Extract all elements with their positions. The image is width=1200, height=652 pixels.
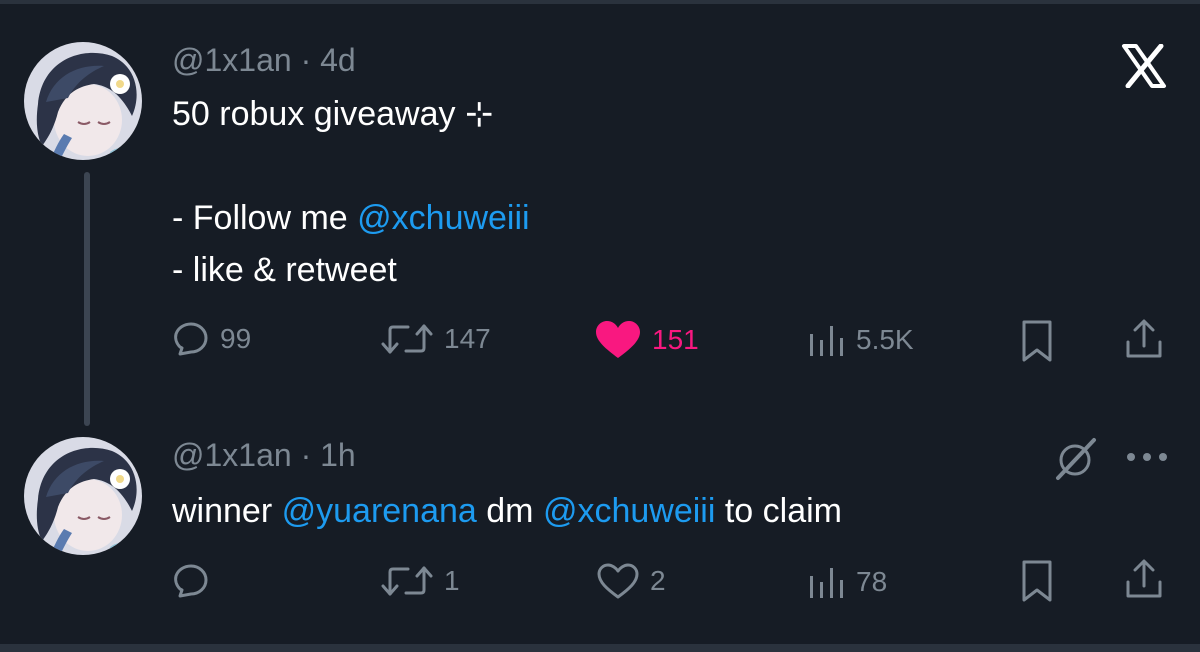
retweet-count: 1	[444, 565, 460, 596]
avatar[interactable]	[24, 437, 142, 555]
thread-line	[84, 172, 90, 426]
like-count: 2	[650, 565, 666, 596]
reply-icon	[174, 322, 208, 356]
views-count: 5.5K	[856, 324, 914, 355]
top-border	[0, 0, 1200, 4]
tweet-text-line: - Follow me @xchuweiii	[172, 199, 530, 238]
avatar[interactable]	[24, 42, 142, 160]
reply-button[interactable]: 99	[172, 320, 251, 358]
views-button[interactable]: 5.5K	[806, 320, 914, 360]
text-segment: to claim	[715, 492, 842, 530]
views-chart-icon	[810, 568, 843, 598]
avatar-image	[24, 42, 142, 160]
tweet-text-line: - like & retweet	[172, 251, 397, 289]
handle[interactable]: @1x1an	[172, 437, 292, 473]
bookmark-icon	[1022, 560, 1052, 602]
separator-dot: ·	[291, 437, 321, 473]
mention-link[interactable]: @xchuweiii	[357, 199, 529, 237]
retweet-count: 147	[444, 323, 491, 354]
text-segment: - Follow me	[172, 199, 358, 237]
like-button[interactable]: 151	[594, 320, 699, 360]
grok-icon[interactable]	[1052, 436, 1098, 482]
mention-link[interactable]: @yuarenana	[282, 492, 477, 530]
views-count: 78	[856, 566, 888, 597]
retweet-button[interactable]: 1	[380, 562, 460, 600]
retweet-button[interactable]: 147	[380, 320, 491, 358]
views-chart-icon	[810, 326, 843, 356]
heart-outline-icon	[597, 563, 639, 599]
x-logo-icon[interactable]	[1120, 44, 1168, 88]
timestamp[interactable]: 4d	[320, 42, 356, 78]
reply-button[interactable]	[172, 562, 220, 600]
bookmark-icon	[1022, 320, 1052, 362]
share-button[interactable]	[1122, 318, 1166, 362]
tweet-header: @1x1an · 4d	[172, 42, 356, 79]
share-icon	[1126, 559, 1162, 598]
like-count: 151	[652, 324, 699, 355]
tweet-text-line: 50 robux giveaway ⊹	[172, 95, 494, 133]
text-segment: dm	[476, 492, 543, 530]
share-button[interactable]	[1122, 558, 1166, 602]
more-options-icon[interactable]	[1124, 450, 1170, 464]
bookmark-button[interactable]	[1018, 318, 1056, 364]
tweet-text-line: winner @yuarenana dm @xchuweiii to claim	[172, 492, 842, 531]
text-segment: winner	[172, 492, 282, 530]
reply-count: 99	[220, 323, 252, 354]
heart-filled-icon	[596, 321, 640, 358]
retweet-icon	[381, 566, 433, 596]
retweet-icon	[381, 324, 433, 354]
tweet-header: @1x1an · 1h	[172, 437, 356, 474]
share-icon	[1126, 319, 1162, 358]
handle[interactable]: @1x1an	[172, 42, 292, 78]
timestamp[interactable]: 1h	[320, 437, 356, 473]
bookmark-button[interactable]	[1018, 558, 1056, 604]
like-button[interactable]: 2	[596, 562, 666, 600]
mention-link[interactable]: @xchuweiii	[543, 492, 715, 530]
avatar-image	[24, 437, 142, 555]
bottom-border	[0, 644, 1200, 652]
views-button[interactable]: 78	[806, 562, 887, 602]
separator-dot: ·	[291, 42, 321, 78]
reply-icon	[174, 564, 208, 598]
